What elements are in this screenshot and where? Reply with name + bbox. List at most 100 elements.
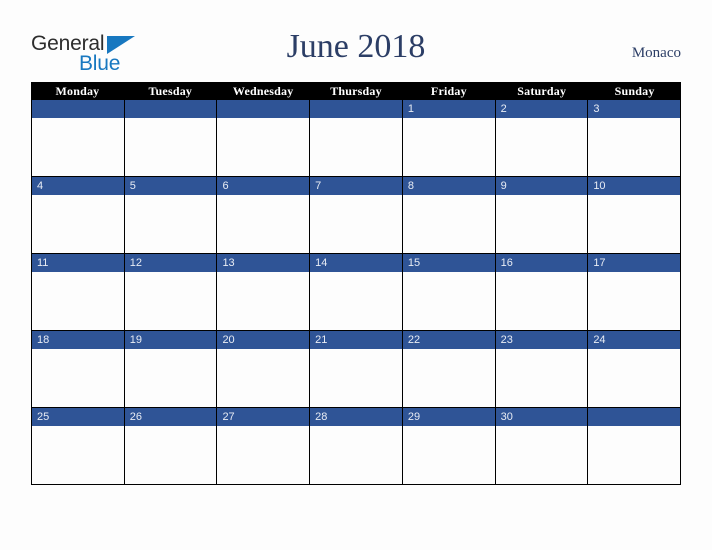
day-note-area[interactable]	[495, 349, 588, 407]
calendar-day-cell-28[interactable]: 28	[310, 408, 403, 484]
day-note-area[interactable]	[124, 426, 217, 484]
calendar-day-cell-18[interactable]: 18	[32, 331, 125, 407]
day-note-area[interactable]	[217, 272, 310, 330]
calendar-day-cell-29[interactable]: 29	[402, 408, 496, 484]
day-note-area[interactable]	[588, 118, 681, 176]
day-number: 14	[315, 256, 328, 269]
weekday-header-thursday: Thursday	[330, 84, 382, 98]
calendar-day-cell-26[interactable]: 26	[124, 408, 218, 484]
day-note-area[interactable]	[217, 195, 310, 253]
calendar-day-cell-4[interactable]: 4	[32, 177, 125, 253]
day-note-area[interactable]	[402, 272, 495, 330]
day-note-area[interactable]	[310, 272, 402, 330]
calendar-day-cell-9[interactable]: 9	[495, 177, 589, 253]
calendar-day-cell-empty[interactable]	[32, 100, 125, 176]
calendar-day-cell-17[interactable]: 17	[588, 254, 682, 330]
day-number-band: 22	[402, 331, 495, 349]
day-number: 23	[500, 333, 513, 346]
day-number-band: 17	[588, 254, 681, 272]
day-number-band: 14	[310, 254, 402, 272]
calendar-day-cell-20[interactable]: 20	[217, 331, 311, 407]
calendar-week-row: 18 19 20 21 22 23 24	[31, 331, 682, 408]
calendar-day-cell-24[interactable]: 24	[588, 331, 682, 407]
day-note-area[interactable]	[310, 349, 402, 407]
calendar-day-cell-21[interactable]: 21	[310, 331, 403, 407]
day-note-area[interactable]	[402, 349, 495, 407]
day-number-band: 24	[588, 331, 681, 349]
day-number-band: 2	[495, 100, 588, 118]
day-note-area[interactable]	[32, 195, 124, 253]
calendar-day-cell-6[interactable]: 6	[217, 177, 311, 253]
day-note-area[interactable]	[32, 349, 124, 407]
day-number: 15	[407, 256, 421, 269]
day-note-area[interactable]	[217, 349, 310, 407]
calendar-day-cell-13[interactable]: 13	[217, 254, 311, 330]
day-number: 8	[407, 179, 414, 192]
day-note-area[interactable]	[310, 426, 402, 484]
day-note-area[interactable]	[495, 118, 588, 176]
day-note-area[interactable]	[588, 195, 681, 253]
day-number-band: 11	[32, 254, 124, 272]
day-note-area[interactable]	[32, 272, 124, 330]
day-number-band: 29	[402, 408, 495, 426]
day-note-area[interactable]	[124, 118, 217, 176]
day-number-band: 15	[402, 254, 495, 272]
weekday-header-saturday: Saturday	[517, 84, 567, 98]
day-note-area[interactable]	[217, 118, 310, 176]
calendar-day-cell-27[interactable]: 27	[217, 408, 311, 484]
calendar-day-cell-empty[interactable]	[217, 100, 311, 176]
calendar-day-cell-22[interactable]: 22	[402, 331, 496, 407]
calendar-day-cell-30[interactable]: 30	[495, 408, 589, 484]
calendar-day-cell-23[interactable]: 23	[495, 331, 589, 407]
day-note-area[interactable]	[32, 118, 124, 176]
day-number-band: 5	[124, 177, 217, 195]
weekday-header-monday: Monday	[55, 84, 100, 98]
day-note-area[interactable]	[588, 349, 681, 407]
calendar-day-cell-10[interactable]: 10	[588, 177, 682, 253]
day-number-band: 13	[217, 254, 310, 272]
weekday-header-friday: Friday	[430, 84, 467, 98]
calendar-week-row: 1 2 3	[31, 100, 682, 177]
day-note-area[interactable]	[310, 195, 402, 253]
day-number: 9	[500, 179, 507, 192]
calendar-day-cell-19[interactable]: 19	[124, 331, 218, 407]
day-number-band: 3	[588, 100, 681, 118]
calendar-day-cell-3[interactable]: 3	[588, 100, 682, 176]
calendar-day-cell-25[interactable]: 25	[32, 408, 125, 484]
calendar-day-cell-11[interactable]: 11	[32, 254, 125, 330]
day-note-area[interactable]	[402, 118, 495, 176]
calendar-day-cell-16[interactable]: 16	[495, 254, 589, 330]
day-note-area[interactable]	[124, 195, 217, 253]
day-note-area[interactable]	[32, 426, 124, 484]
day-number-band: 21	[310, 331, 402, 349]
calendar-day-cell-empty[interactable]	[124, 100, 218, 176]
day-note-area[interactable]	[402, 195, 495, 253]
calendar-day-cell-empty[interactable]	[588, 408, 682, 484]
day-note-area[interactable]	[588, 272, 681, 330]
calendar-day-cell-14[interactable]: 14	[310, 254, 403, 330]
day-note-area[interactable]	[402, 426, 495, 484]
calendar-day-cell-12[interactable]: 12	[124, 254, 218, 330]
day-note-area[interactable]	[495, 426, 588, 484]
calendar-day-cell-5[interactable]: 5	[124, 177, 218, 253]
day-note-area[interactable]	[310, 118, 402, 176]
calendar-day-cell-2[interactable]: 2	[495, 100, 589, 176]
day-note-area[interactable]	[588, 426, 681, 484]
page-title: June 2018	[286, 28, 426, 65]
calendar-day-cell-empty[interactable]	[310, 100, 403, 176]
calendar-day-cell-8[interactable]: 8	[402, 177, 496, 253]
day-number-band: 4	[32, 177, 124, 195]
day-note-area[interactable]	[124, 272, 217, 330]
calendar-day-cell-15[interactable]: 15	[402, 254, 496, 330]
day-note-area[interactable]	[217, 426, 310, 484]
day-note-area[interactable]	[495, 195, 588, 253]
day-number: 27	[222, 410, 235, 423]
weekday-header-wednesday: Wednesday	[232, 84, 294, 98]
calendar-day-cell-7[interactable]: 7	[310, 177, 403, 253]
day-note-area[interactable]	[495, 272, 588, 330]
day-note-area[interactable]	[124, 349, 217, 407]
calendar-day-cell-1[interactable]: 1	[402, 100, 496, 176]
page-header: General Blue June 2018 Monaco	[0, 0, 712, 82]
day-number: 17	[593, 256, 606, 269]
day-number: 19	[129, 333, 142, 346]
